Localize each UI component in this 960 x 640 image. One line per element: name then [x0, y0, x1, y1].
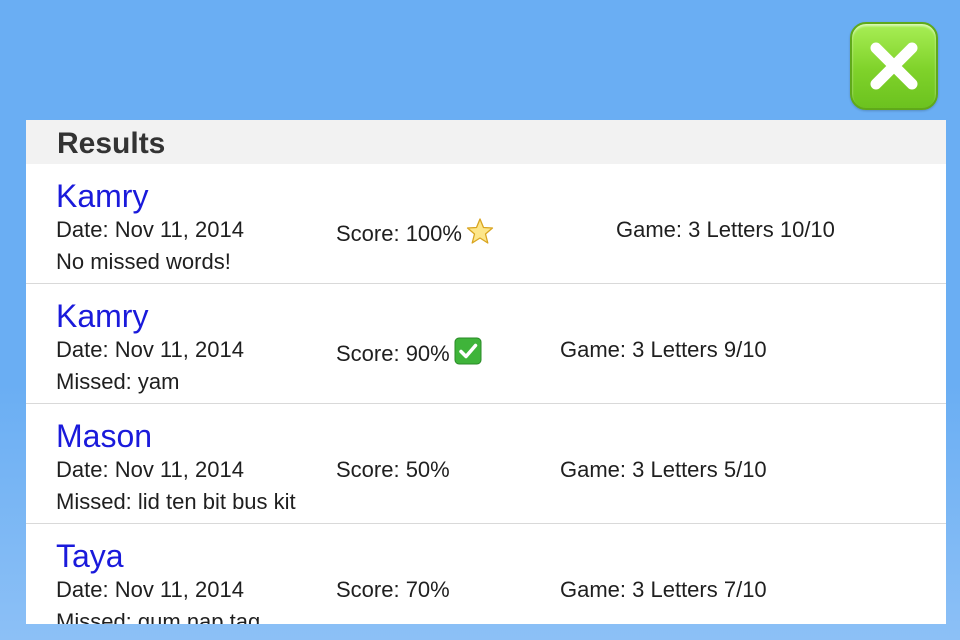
result-date: Date: Nov 11, 2014: [56, 337, 244, 362]
result-game: Game: 3 Letters 5/10: [560, 457, 767, 482]
result-missed: Missed: lid ten bit bus kit: [56, 489, 296, 514]
result-date: Date: Nov 11, 2014: [56, 577, 244, 602]
result-game: Game: 3 Letters 9/10: [560, 337, 767, 362]
results-panel: Results Kamry Date: Nov 11, 2014 Score: …: [26, 120, 946, 624]
result-entry[interactable]: Kamry Date: Nov 11, 2014 Score: 90% Game…: [26, 284, 946, 404]
close-x-icon: [870, 42, 918, 90]
result-score: Score: 70%: [336, 577, 450, 602]
result-missed: Missed: gum nap tag: [56, 609, 261, 624]
result-score: Score: 90%: [336, 337, 482, 367]
result-game: Game: 3 Letters 7/10: [560, 577, 767, 602]
result-date: Date: Nov 11, 2014: [56, 457, 244, 482]
score-text: Score: 100%: [336, 221, 462, 246]
result-score: Score: 50%: [336, 457, 450, 482]
results-title: Results: [26, 120, 946, 164]
result-entry[interactable]: Mason Date: Nov 11, 2014 Score: 50% Game…: [26, 404, 946, 524]
result-score: Score: 100%: [336, 217, 494, 247]
result-missed: No missed words!: [56, 249, 231, 274]
result-missed: Missed: yam: [56, 369, 180, 394]
player-name[interactable]: Kamry: [56, 296, 148, 336]
player-name[interactable]: Mason: [56, 416, 152, 456]
star-icon: [466, 218, 494, 244]
player-name[interactable]: Kamry: [56, 176, 148, 216]
result-date: Date: Nov 11, 2014: [56, 217, 244, 242]
close-button[interactable]: [850, 22, 938, 110]
result-entry[interactable]: Kamry Date: Nov 11, 2014 Score: 100% Gam…: [26, 164, 946, 284]
score-text: Score: 90%: [336, 341, 450, 366]
result-entry[interactable]: Taya Date: Nov 11, 2014 Score: 70% Game:…: [26, 524, 946, 624]
checkmark-icon: [454, 337, 482, 365]
player-name[interactable]: Taya: [56, 536, 124, 576]
result-game: Game: 3 Letters 10/10: [616, 217, 835, 242]
